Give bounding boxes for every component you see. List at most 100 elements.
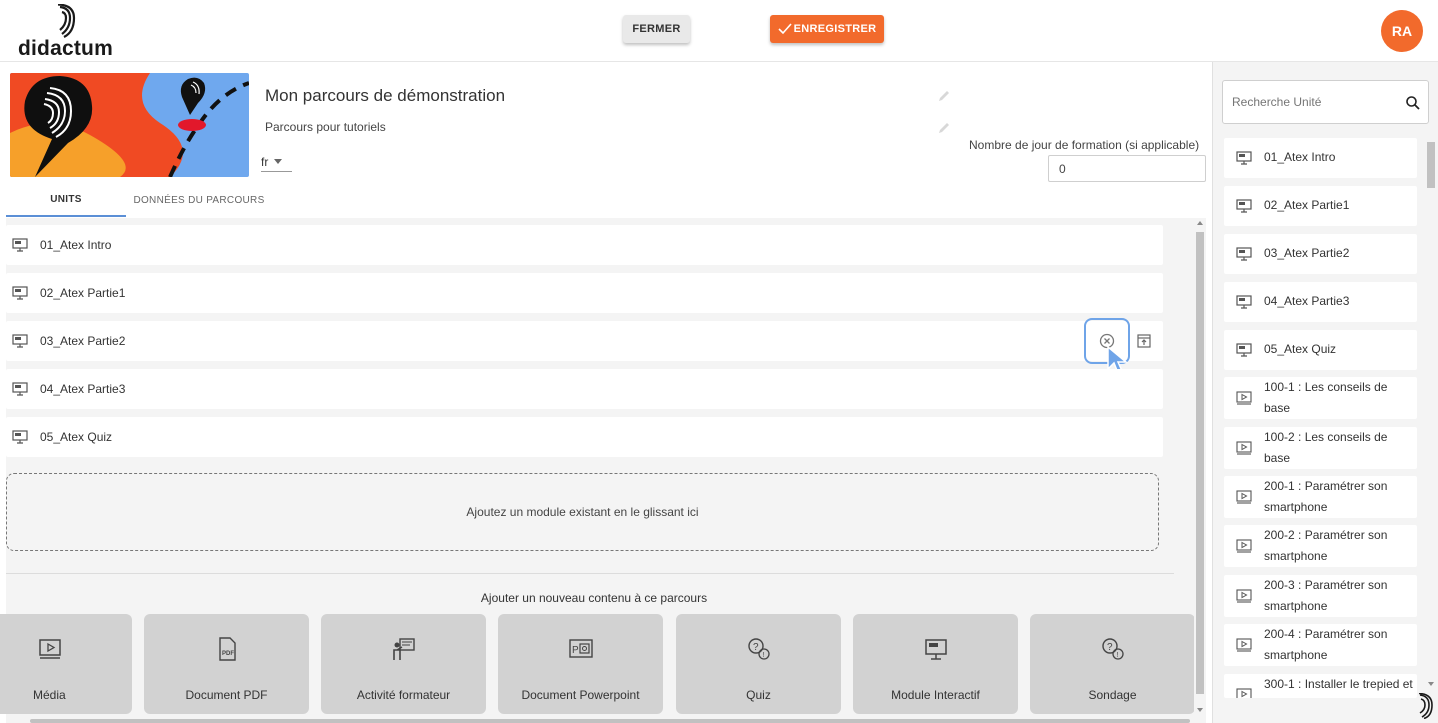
language-value: fr	[261, 154, 269, 169]
unit-row[interactable]: 02_Atex Partie1	[6, 273, 1163, 313]
tab-units[interactable]: UNITS	[6, 184, 126, 217]
search-icon[interactable]	[1405, 95, 1421, 111]
svg-text:?: ?	[753, 642, 759, 653]
tile-label: Sondage	[1088, 688, 1137, 702]
library-item[interactable]: 01_Atex Intro	[1224, 138, 1417, 178]
library-item[interactable]: 200-4 : Paramétrer son smartphone	[1224, 624, 1417, 666]
library-item[interactable]: 200-1 : Paramétrer son smartphone	[1224, 476, 1417, 518]
add-powerpoint-tile[interactable]: P Document Powerpoint	[498, 614, 663, 714]
course-banner-image	[10, 73, 249, 177]
move-unit-icon[interactable]	[1136, 333, 1152, 349]
interactive-module-icon	[1236, 151, 1252, 165]
library-item[interactable]: 100-2 : Les conseils de base	[1224, 427, 1417, 469]
fingerprint-logo-icon	[57, 4, 76, 38]
add-content-tiles: Média PDF Document PDF Activité formateu…	[0, 614, 1196, 723]
tile-label: Média	[33, 688, 66, 702]
interactive-module-icon	[1236, 295, 1252, 309]
library-item-label: 200-1 : Paramétrer son smartphone	[1264, 479, 1388, 514]
interactive-module-icon	[924, 639, 947, 660]
interactive-module-icon	[12, 430, 28, 444]
unit-search-input[interactable]	[1232, 92, 1392, 112]
save-button-label: ENREGISTRER	[793, 23, 877, 35]
library-item-label: 100-2 : Les conseils de base	[1264, 430, 1388, 465]
course-tabs: UNITS DONNÉES DU PARCOURS	[6, 184, 1206, 218]
didactum-logo[interactable]: didactum	[18, 4, 128, 60]
check-icon	[778, 23, 792, 35]
unit-row[interactable]: 04_Atex Partie3	[6, 369, 1163, 409]
units-panel: 01_Atex Intro 02_Atex Partie1 03_Atex Pa…	[0, 218, 1206, 723]
svg-text:!: !	[1116, 652, 1118, 659]
library-item[interactable]: 04_Atex Partie3	[1224, 282, 1417, 322]
scrollbar-thumb[interactable]	[1196, 232, 1204, 694]
scroll-up-arrow-icon[interactable]	[1197, 221, 1203, 225]
interactive-module-icon	[1236, 247, 1252, 261]
library-item[interactable]: 200-3 : Paramétrer son smartphone	[1224, 575, 1417, 617]
unit-search-box[interactable]	[1222, 80, 1429, 124]
svg-text:P: P	[572, 645, 579, 656]
media-icon	[1236, 688, 1252, 698]
edit-title-pencil-icon[interactable]	[937, 89, 951, 103]
save-button[interactable]: ENREGISTRER	[770, 15, 884, 43]
edit-subtitle-pencil-icon[interactable]	[937, 121, 951, 135]
fingerprint-corner-icon	[1418, 693, 1433, 719]
svg-text:PDF: PDF	[222, 651, 234, 657]
section-divider	[6, 573, 1174, 574]
media-icon	[39, 639, 61, 659]
library-item-label: 02_Atex Partie1	[1264, 198, 1350, 212]
library-item-label: 03_Atex Partie2	[1264, 246, 1350, 260]
unit-row-hovered[interactable]: 03_Atex Partie2	[6, 318, 1163, 375]
scroll-down-arrow-icon[interactable]	[1197, 708, 1203, 712]
add-quiz-tile[interactable]: ?! Quiz	[676, 614, 841, 714]
add-pdf-tile[interactable]: PDF Document PDF	[144, 614, 309, 714]
add-survey-tile[interactable]: ?! Sondage	[1030, 614, 1195, 714]
media-icon	[1236, 441, 1252, 455]
app-header: didactum FERMER ENREGISTRER RA	[0, 0, 1438, 62]
scrollbar-thumb[interactable]	[1427, 142, 1435, 188]
add-content-title: Ajouter un nouveau contenu à ce parcours	[480, 591, 708, 605]
library-item[interactable]: 100-1 : Les conseils de base	[1224, 377, 1417, 419]
library-item-label: 200-2 : Paramétrer son smartphone	[1264, 528, 1388, 563]
interactive-module-icon	[1236, 343, 1252, 357]
language-select[interactable]: fr	[261, 152, 292, 172]
unit-row[interactable]: 01_Atex Intro	[6, 225, 1163, 265]
tab-course-data[interactable]: DONNÉES DU PARCOURS	[130, 184, 268, 217]
interactive-module-icon	[12, 382, 28, 396]
media-icon	[1236, 391, 1252, 405]
library-item[interactable]: 02_Atex Partie1	[1224, 186, 1417, 226]
course-title: Mon parcours de démonstration	[265, 86, 506, 105]
library-item[interactable]: 03_Atex Partie2	[1224, 234, 1417, 274]
library-item-label: 05_Atex Quiz	[1264, 342, 1337, 356]
module-drop-zone[interactable]: Ajoutez un module existant en le glissan…	[6, 473, 1159, 551]
media-icon	[1236, 638, 1252, 652]
library-item[interactable]: 200-2 : Paramétrer son smartphone	[1224, 525, 1417, 567]
library-item-label: 300-1 : Installer le trepied et	[1264, 677, 1413, 691]
library-scrollbar[interactable]	[1425, 142, 1437, 686]
tile-label: Quiz	[746, 688, 771, 702]
add-trainer-activity-tile[interactable]: Activité formateur	[321, 614, 486, 714]
library-item-label: 04_Atex Partie3	[1264, 294, 1350, 308]
unit-library-sidebar: 01_Atex Intro 02_Atex Partie1 03_Atex Pa…	[1212, 62, 1438, 723]
horizontal-scrollbar[interactable]	[30, 719, 1190, 723]
survey-icon: ?!	[1101, 638, 1124, 660]
interactive-module-icon	[12, 238, 28, 252]
units-scrollbar[interactable]	[1194, 218, 1206, 723]
tile-label: Activité formateur	[356, 688, 451, 702]
unit-label: 02_Atex Partie1	[40, 286, 126, 300]
training-days-input[interactable]	[1048, 155, 1206, 182]
course-banner-illustration	[10, 73, 249, 177]
user-avatar[interactable]: RA	[1381, 10, 1423, 52]
powerpoint-icon: P	[568, 639, 593, 658]
scroll-down-arrow-icon[interactable]	[1428, 682, 1434, 686]
close-button[interactable]: FERMER	[623, 15, 690, 43]
interactive-module-icon	[12, 286, 28, 300]
library-item[interactable]: 300-1 : Installer le trepied et	[1224, 674, 1417, 698]
unit-label: 01_Atex Intro	[40, 238, 112, 252]
unit-row[interactable]: 05_Atex Quiz	[6, 417, 1163, 457]
unit-label: 03_Atex Partie2	[40, 334, 126, 348]
library-item[interactable]: 05_Atex Quiz	[1224, 330, 1417, 370]
tile-label: Document Powerpoint	[521, 688, 640, 702]
add-interactive-module-tile[interactable]: Module Interactif	[853, 614, 1018, 714]
media-icon	[1236, 589, 1252, 603]
media-icon	[1236, 490, 1252, 504]
add-media-tile[interactable]: Média	[0, 614, 132, 714]
